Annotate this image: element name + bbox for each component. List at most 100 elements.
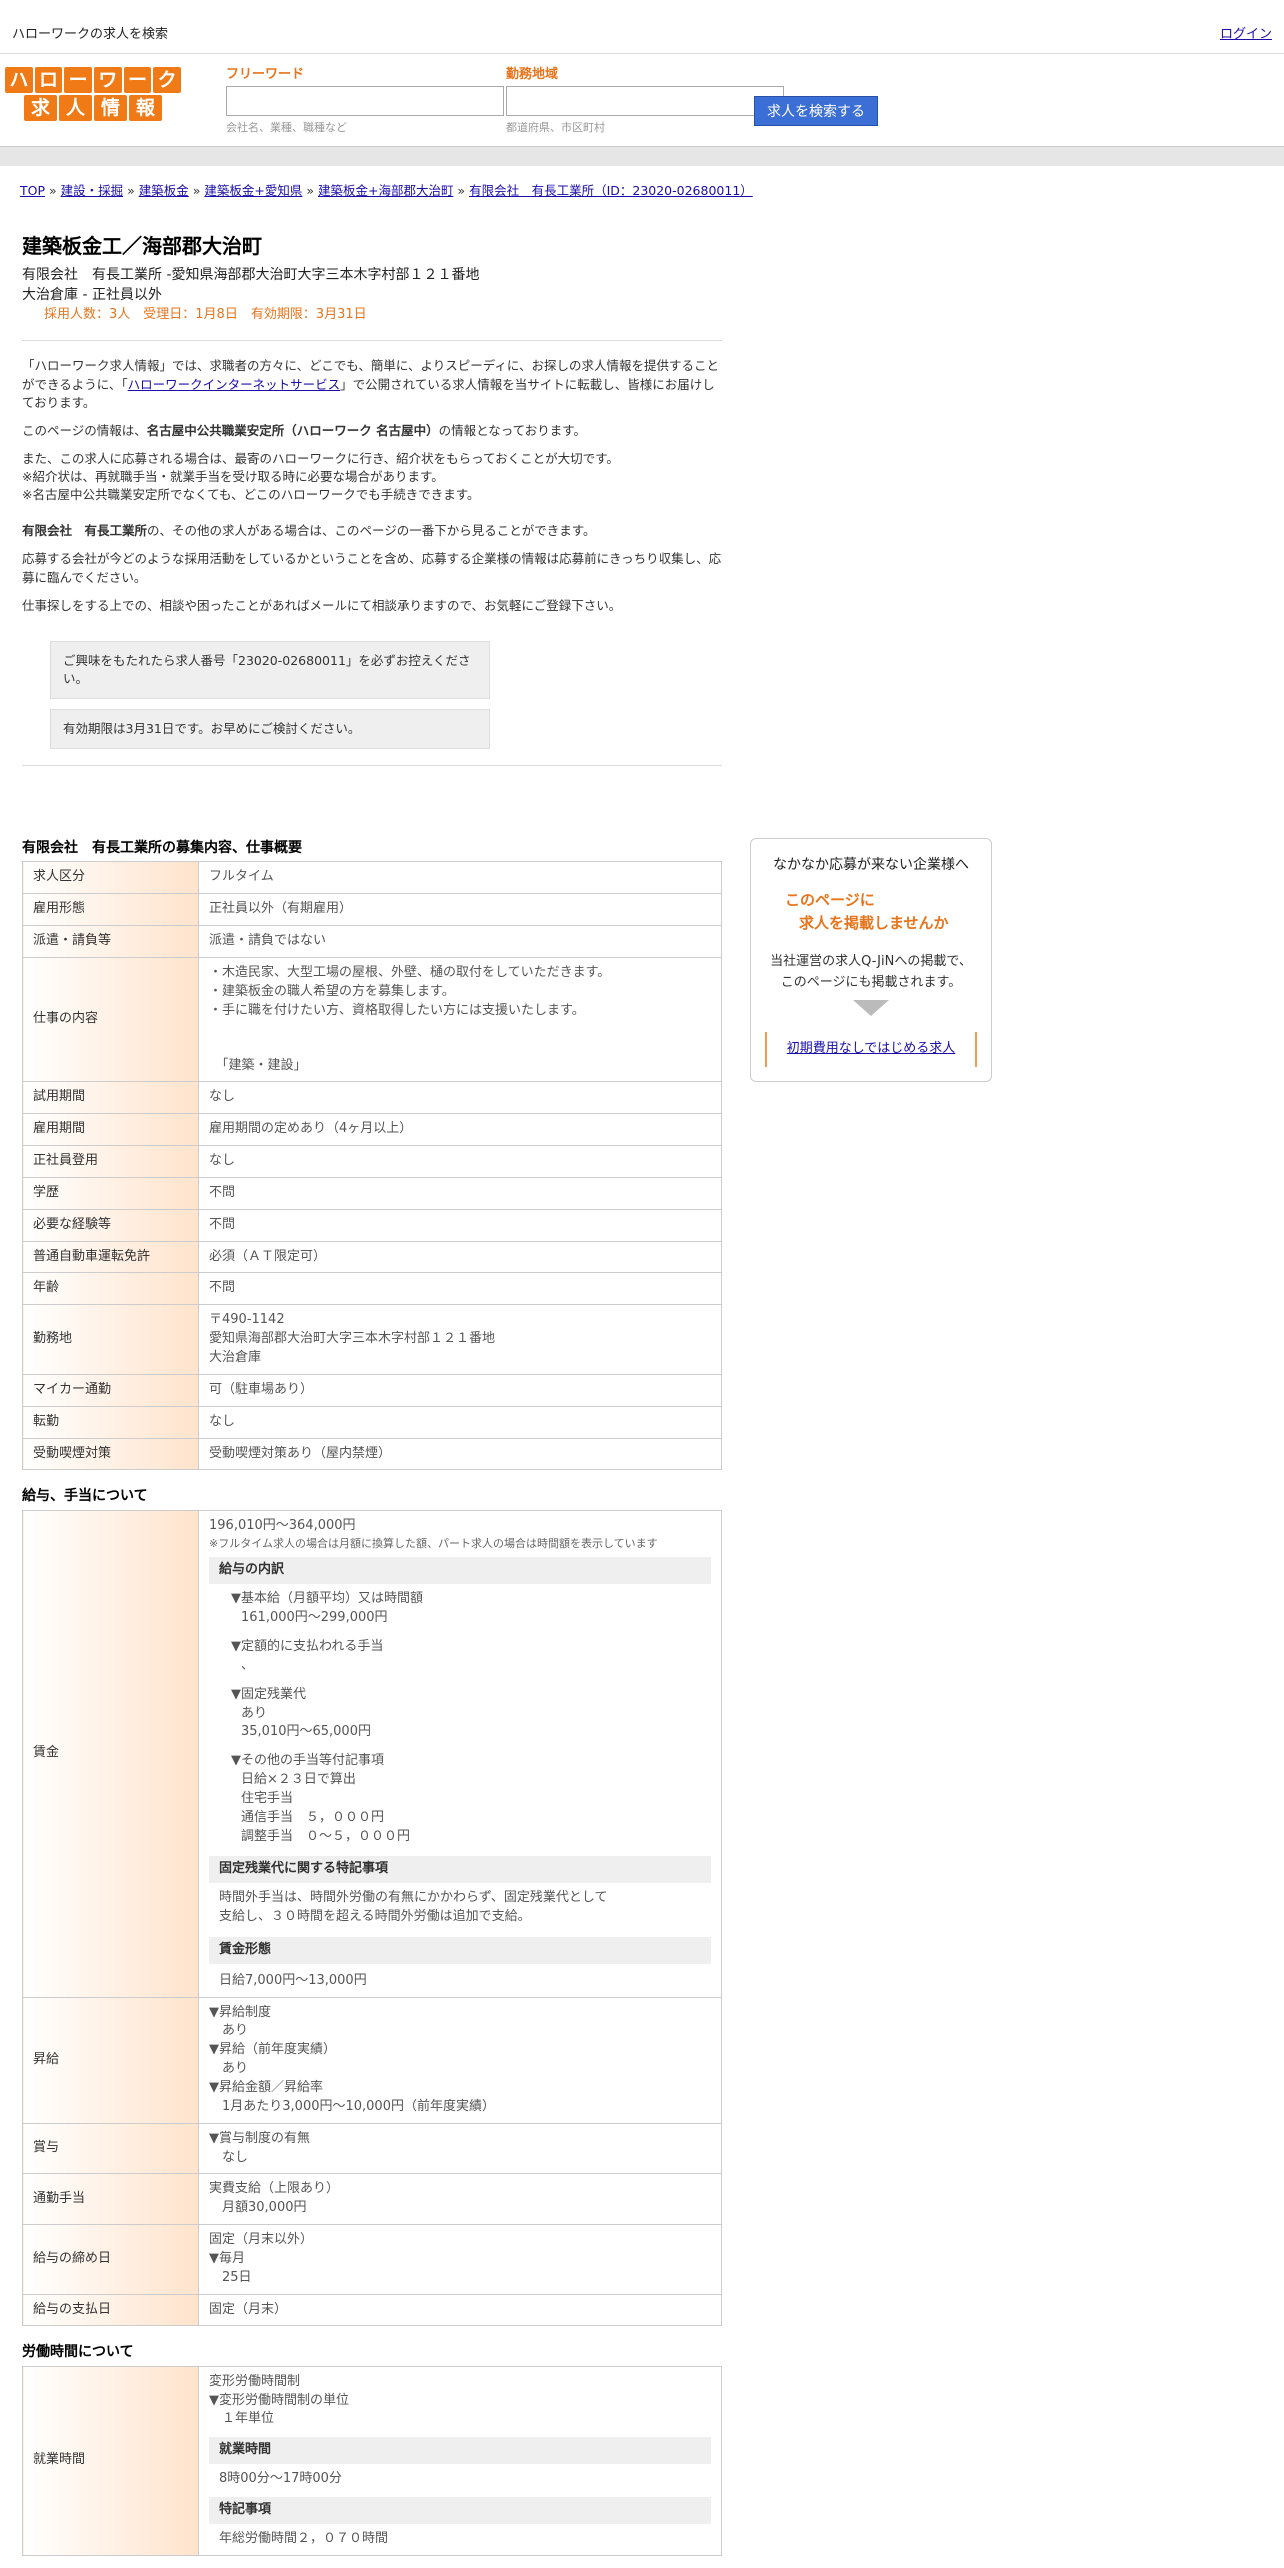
value-line: 派遣・請負ではない — [209, 933, 327, 949]
promo-heading: なかなか応募が来ない企業様へ — [773, 857, 969, 873]
table-row: 給与の締め日 固定（月末以外） ▼毎月 25日 — [22, 2224, 722, 2295]
overview-table: 求人区分 フルタイム 雇用形態 正社員以外（有期雇用） 派遣・請負等 派遣・請負ではない仕… — [22, 861, 722, 1471]
breadcrumb-link[interactable]: 建築板金 — [139, 183, 189, 198]
wage-section-title: 給与、手当について — [22, 1488, 148, 1505]
logo-char: 人 — [59, 95, 92, 121]
row-value: ▼昇給制度 あり ▼昇給（前年度実績） あり ▼昇給金額／昇給率 1月あたり3,00… — [198, 1996, 722, 2124]
row-label: 派遣・請負等 — [22, 925, 199, 959]
overtime-note-line: 時間外手当は、時間外労働の有無にかかわらず、固定残業代として — [219, 1890, 608, 1906]
value-line: あり — [209, 2023, 249, 2039]
breakdown-header: 給与の内訳 — [209, 1557, 711, 1585]
hours-line: ▼変形労働時間制の単位 — [209, 2392, 349, 2408]
search-button[interactable]: 求人を検索する — [754, 96, 878, 126]
intro-line: ※紹介状は、再就職手当・就業手当を受け取る時に必要な場合があります。 — [22, 469, 444, 485]
value-line: ▼毎月 — [209, 2250, 245, 2266]
table-row: 通勤手当 実費支給（上限あり） 月額30,000円 — [22, 2173, 722, 2226]
freeword-input[interactable] — [226, 86, 504, 116]
area-input[interactable] — [506, 86, 784, 116]
overtime-note-header: 固定残業代に関する特記事項 — [209, 1856, 711, 1884]
table-row: マイカー通勤 可（駐車場あり） — [22, 1373, 722, 1407]
value-line: 月額30,000円 — [209, 2200, 307, 2216]
value-line: 〒490-1142 — [209, 1312, 285, 1328]
logo-char: ク — [153, 67, 182, 93]
overview-section-title: 有限会社 有長工業所の募集内容、仕事概要 — [22, 840, 302, 857]
row-value: 正社員以外（有期雇用） — [198, 893, 722, 927]
overtime-line: 35,010円〜65,000円 — [241, 1724, 371, 1740]
promo-cta: 初期費用なしではじめる求人 — [765, 1031, 977, 1067]
row-value: ・木造民家、大型工場の屋根、外壁、樋の取付をしていただきます。 ・建築板金の職人希… — [198, 957, 722, 1083]
other-allowance-title: ▼その他の手当等付記事項 — [231, 1753, 384, 1769]
value-line: 大治倉庫 — [209, 1349, 262, 1365]
promo-cta-link[interactable]: 初期費用なしではじめる求人 — [787, 1041, 956, 1056]
wage-range: 196,010円〜364,000円 — [209, 1517, 356, 1533]
row-label: 給与の締め日 — [22, 2224, 199, 2295]
freeword-field: フリーワード 会社名、業種、職種など — [226, 66, 504, 136]
value-line: 不問 — [209, 1216, 236, 1232]
value-line: ・木造民家、大型工場の屋根、外壁、樋の取付をしていただきます。 — [209, 965, 611, 981]
row-value: なし — [198, 1081, 722, 1115]
intro-paragraph: 「ハローワーク求人情報」では、求職者の方々に、どこでも、簡単に、よりスピーディに… — [22, 357, 722, 411]
freeword-label: フリーワード — [226, 67, 305, 82]
row-label: 受動喫煙対策 — [22, 1437, 199, 1471]
divider — [22, 340, 722, 342]
area-placeholder: 都道府県、市区町村 — [506, 121, 605, 134]
office-name: 名古屋中公共職業安定所（ハローワーク 名古屋中） — [146, 422, 439, 438]
row-value: 不問 — [198, 1176, 722, 1210]
row-label: 勤務地 — [22, 1304, 199, 1375]
job-title: 建築板金工／海部郡大治町 — [22, 234, 262, 258]
table-row: 昇給 ▼昇給制度 あり ▼昇給（前年度実績） あり ▼昇給金額／昇給率 1月あたり3,… — [22, 1996, 722, 2124]
promo-catch-line: このページに — [785, 891, 875, 910]
hours-detail: 変形労働時間制 ▼変形労働時間制の単位 １年単位 就業時間 8時00分〜17時0… — [198, 2365, 722, 2556]
breadcrumb-link[interactable]: 建築板金+愛知県 — [204, 183, 302, 198]
row-value: 派遣・請負ではない — [198, 925, 722, 959]
promo-catch-line: 求人を掲載しませんか — [799, 913, 949, 932]
intro-paragraph: 応募する会社が今どのような採用活動をしているかということを含め、応募する企業様の… — [22, 551, 722, 585]
value-line: なし — [209, 2149, 249, 2165]
intro-text-part: の、その他の求人がある場合は、このページの一番下から見ることができます。 — [147, 523, 596, 539]
value-line: ・建築板金の職人希望の方を募集します。 — [209, 983, 455, 999]
row-label: 試用期間 — [22, 1081, 199, 1115]
row-label: 求人区分 — [22, 861, 199, 895]
wage-table: 賃金 196,010円〜364,000円 ※フルタイム求人の場合は月額に換算した… — [22, 1509, 722, 2327]
row-label: 正社員登用 — [22, 1145, 199, 1178]
wage-detail: 196,010円〜364,000円 ※フルタイム求人の場合は月額に換算した額、パ… — [198, 1509, 722, 1998]
header-divider — [0, 146, 1284, 166]
table-row: 年齢 不問 — [22, 1272, 722, 1306]
promo-description: 当社運営の求人Q-JiNへの掲載で、 このページにも掲載されます。 — [751, 952, 991, 994]
fixed-allowance-title: ▼定額的に支払われる手当 — [231, 1638, 384, 1654]
breadcrumb-link[interactable]: TOP — [20, 183, 45, 198]
table-row: 雇用期間 雇用期間の定めあり（4ヶ月以上） — [22, 1113, 722, 1147]
logo-char: ー — [123, 67, 152, 93]
row-label: 雇用形態 — [22, 893, 199, 927]
top-bar: ハローワークの求人を検索 ログイン — [0, 0, 1284, 54]
value-line: 固定（月末以外） — [209, 2232, 314, 2248]
row-value: 受動喫煙対策あり（屋内禁煙） — [198, 1437, 722, 1471]
job-meta: 採用人数：3人 受理日：1月8日 有効期限：3月31日 — [44, 306, 367, 322]
advertiser-promo: なかなか応募が来ない企業様へ このページに 求人を掲載しませんか 当社運営の求人… — [750, 838, 992, 1082]
hours-sub-header: 特記事項 — [209, 2496, 711, 2524]
row-value: 実費支給（上限あり） 月額30,000円 — [198, 2173, 722, 2226]
breadcrumb-link[interactable]: 有限会社 有長工業所（ID：23020-02680011） — [469, 183, 753, 198]
hellowork-internet-link[interactable]: ハローワークインターネットサービス — [128, 377, 341, 392]
hours-table: 就業時間 変形労働時間制 ▼変形労働時間制の単位 １年単位 就業時間 8時00分… — [22, 2365, 722, 2556]
other-allowance-line: 日給×２３日で算出 — [241, 1772, 356, 1788]
login-link[interactable]: ログイン — [1220, 26, 1272, 45]
value-line: ・手に職を付けたい方、資格取得したい方には支援いたします。 — [209, 1002, 585, 1018]
row-label: 就業時間 — [22, 2365, 199, 2556]
wage-note: ※フルタイム求人の場合は月額に換算した額、パート求人の場合は時間額を表示していま… — [209, 1536, 658, 1550]
table-row: 賃金 196,010円〜364,000円 ※フルタイム求人の場合は月額に換算した… — [22, 1509, 722, 1998]
freeword-placeholder: 会社名、業種、職種など — [226, 121, 347, 134]
breadcrumb-link[interactable]: 建築板金+海部郡大治町 — [318, 183, 453, 198]
row-value: 不問 — [198, 1272, 722, 1306]
hours-line: 変形労働時間制 — [209, 2373, 301, 2389]
value-line: 1月あたり3,000円〜10,000円（前年度実績） — [209, 2098, 495, 2114]
hours-value: 8時00分〜17時00分 — [219, 2471, 342, 2487]
breadcrumb-link[interactable]: 建設・採掘 — [61, 183, 124, 198]
table-row: 転勤 なし — [22, 1405, 722, 1439]
row-value: 不問 — [198, 1208, 722, 1242]
hellowork-logo[interactable]: ハローワーク 求人情報 — [4, 66, 182, 122]
row-value: 必須（ＡＴ限定可） — [198, 1240, 722, 1274]
other-allowance-line: 通信手当 ５，０００円 — [241, 1809, 385, 1825]
intro-line: ※名古屋中公共職業安定所でなくても、どこのハローワークでも手続きできます。 — [22, 487, 480, 503]
value-line: なし — [209, 1153, 236, 1169]
